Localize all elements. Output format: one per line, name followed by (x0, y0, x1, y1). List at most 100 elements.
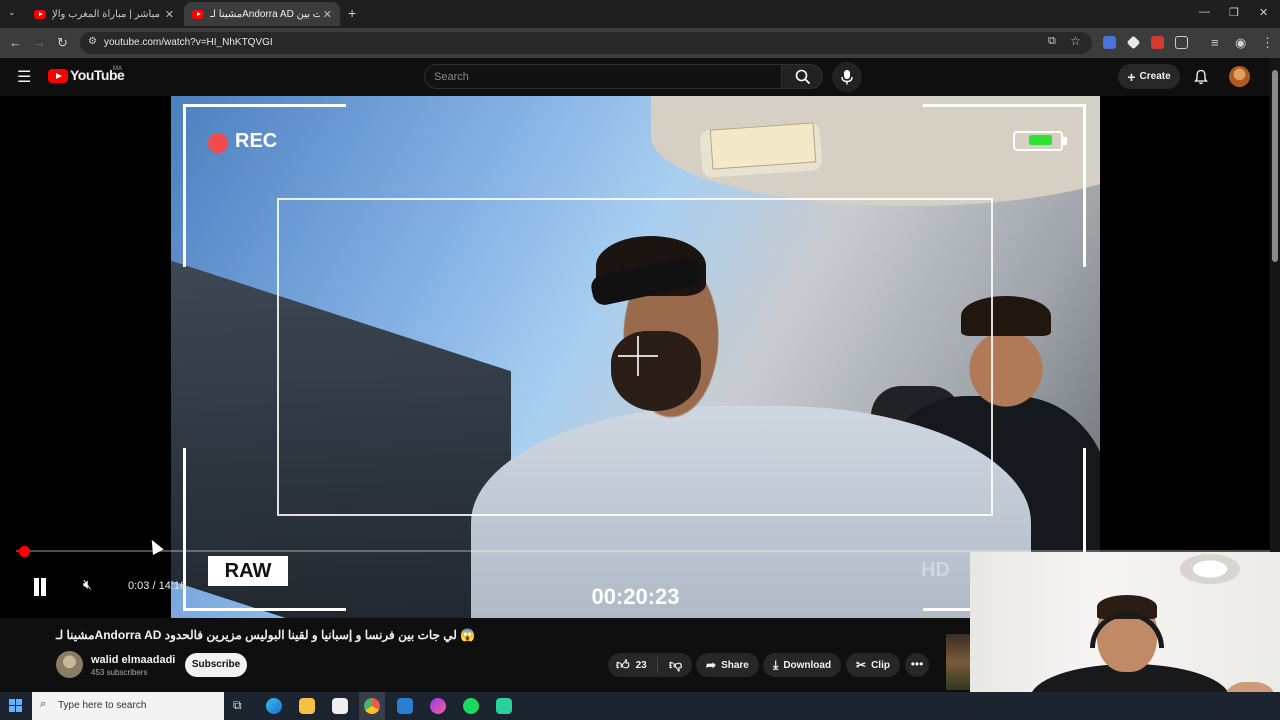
browser-menu-icon[interactable]: ⋮ (1261, 35, 1274, 51)
hd-label: HD (921, 559, 950, 581)
tab-title: مشينا لـAndorra AD لي جات بين (210, 8, 320, 20)
download-label: Download (783, 659, 832, 671)
video-frame[interactable]: REC RAW 00:20:23 HD (171, 96, 1100, 618)
messenger-icon[interactable] (430, 698, 446, 714)
mail-icon[interactable] (397, 698, 413, 714)
back-arrow-icon[interactable]: ← (9, 35, 22, 50)
recording-timecode: 00:20:23 (591, 584, 680, 609)
youtube-logo-icon[interactable] (48, 69, 68, 83)
time-display: 0:03 / 14:16 (128, 580, 186, 592)
site-info-icon[interactable]: ⚙ (88, 36, 97, 47)
plus-icon: + (1127, 68, 1136, 85)
video-title: مشينا لـAndorra AD لي جات بين فرنسا و إس… (56, 628, 476, 642)
browser-toolbar: ← → ↻ ⚙ youtube.com/watch?v=HI_NhKTQVGI … (0, 28, 1280, 58)
task-view-icon[interactable]: ⧉ (233, 698, 242, 713)
active-app-indicator (359, 692, 385, 720)
windows-start-icon[interactable] (9, 699, 22, 712)
youtube-header: ☰ YouTube MA Search + Create (0, 58, 1280, 96)
clip-button[interactable]: ✂ Clip (846, 653, 900, 677)
scrollbar-thumb[interactable] (1272, 70, 1278, 262)
share-button[interactable]: ➦ Share (696, 653, 759, 677)
visor-warning-label (709, 122, 817, 170)
channel-name[interactable]: walid elmaadadi (91, 654, 175, 666)
bookmark-star-icon[interactable]: ☆ (1070, 34, 1081, 48)
tab-close-icon[interactable]: ✕ (165, 8, 174, 21)
progress-scrubber[interactable] (19, 546, 31, 557)
browser-tab-1[interactable]: بث مباشر | مباراة المغرب والإ ✕ (26, 2, 182, 26)
download-button[interactable]: ⤓ Download (763, 653, 842, 677)
spotify-icon[interactable] (463, 698, 479, 714)
close-window-icon[interactable]: ✕ (1259, 6, 1268, 19)
country-code: MA (113, 66, 122, 72)
search-input[interactable]: Search (424, 64, 782, 89)
subscribe-button[interactable]: Subscribe (185, 653, 247, 677)
share-icon: ➦ (706, 658, 717, 672)
recommended-video-thumbnail[interactable] (946, 634, 970, 690)
red-extension-icon[interactable] (1151, 36, 1164, 49)
media-control-icon[interactable]: ≡ (1211, 35, 1219, 50)
search-icon (795, 69, 811, 85)
taskbar-search-box[interactable]: Type here to search (32, 692, 224, 720)
thumbs-up-icon: 👍︎ (616, 657, 630, 672)
extension-icon[interactable] (1126, 35, 1141, 50)
notifications-bell-icon[interactable] (1193, 69, 1209, 85)
create-label: Create (1139, 71, 1171, 82)
store-icon[interactable] (332, 698, 348, 714)
duration: 14:16 (158, 580, 187, 592)
video-player[interactable]: REC RAW 00:20:23 HD 🔇︎ 0:03 / 14:16 (0, 96, 1270, 618)
battery-tip (1063, 137, 1067, 145)
microphone-icon (841, 70, 853, 85)
rec-indicator-icon (208, 133, 228, 153)
youtube-favicon-icon (34, 9, 46, 19)
focus-box (277, 198, 993, 516)
minimize-icon[interactable]: — (1199, 6, 1210, 18)
page-scrollbar[interactable] (1270, 58, 1280, 552)
pause-icon[interactable] (32, 578, 48, 596)
file-explorer-icon[interactable] (299, 698, 315, 714)
current-time: 0:03 (128, 580, 150, 592)
battery-level (1029, 135, 1052, 145)
search-button[interactable] (781, 64, 823, 89)
clip-label: Clip (871, 659, 890, 671)
ceiling-lamp (1180, 554, 1240, 584)
rec-label: REC (235, 130, 278, 152)
forward-arrow-icon[interactable]: → (33, 35, 46, 50)
tab-close-icon[interactable]: ✕ (323, 8, 332, 21)
muted-volume-icon[interactable]: 🔇︎ (83, 576, 92, 593)
voice-search-button[interactable] (832, 62, 862, 92)
more-actions-button[interactable]: ••• (905, 653, 929, 677)
puzzle-extensions-icon[interactable] (1175, 36, 1188, 49)
like-dislike-group: 👍︎ 23 👎︎ (608, 653, 692, 677)
like-button[interactable]: 👍︎ 23 (608, 657, 658, 673)
browser-tab-bar: ⌄ بث مباشر | مباراة المغرب والإ ✕ مشينا … (0, 0, 1280, 28)
windows-taskbar: Type here to search ⌕ ⧉ (0, 692, 1280, 720)
subscriber-count: 453 subscribers (91, 668, 148, 677)
translate-extension-icon[interactable] (1103, 36, 1116, 49)
edge-icon[interactable] (266, 698, 282, 714)
tab-search-icon[interactable]: ⌄ (8, 7, 16, 18)
download-icon: ⤓ (773, 657, 779, 672)
thumbs-down-icon[interactable]: 👎︎ (663, 657, 682, 673)
url-text: youtube.com/watch?v=HI_NhKTQVGI (104, 37, 273, 48)
profile-icon[interactable]: ◉ (1235, 35, 1246, 51)
create-button[interactable]: + Create (1118, 64, 1180, 89)
mouse-cursor-icon (146, 537, 164, 555)
reload-icon[interactable]: ↻ (57, 35, 68, 51)
share-label: Share (721, 659, 749, 671)
youtube-favicon-icon (192, 9, 204, 19)
address-bar[interactable]: ⚙ youtube.com/watch?v=HI_NhKTQVGI ⧉ ☆ (80, 32, 1092, 54)
taskbar-search-icon: ⌕ (40, 698, 47, 710)
install-icon[interactable]: ⧉ (1048, 35, 1056, 48)
restore-icon[interactable]: ❐ (1229, 6, 1239, 19)
like-count: 23 (635, 659, 647, 671)
scissors-icon: ✂ (856, 658, 867, 672)
raw-label: RAW (208, 556, 288, 586)
new-tab-plus-icon[interactable]: + (348, 5, 356, 21)
user-avatar[interactable] (1229, 66, 1250, 87)
channel-avatar[interactable] (56, 651, 83, 678)
hamburger-menu-icon[interactable]: ☰ (17, 67, 31, 87)
browser-tab-2[interactable]: مشينا لـAndorra AD لي جات بين ✕ (184, 2, 340, 26)
time-separator: / (149, 580, 159, 592)
tab-title: بث مباشر | مباراة المغرب والإ (52, 8, 162, 20)
app-icon[interactable] (496, 698, 512, 714)
